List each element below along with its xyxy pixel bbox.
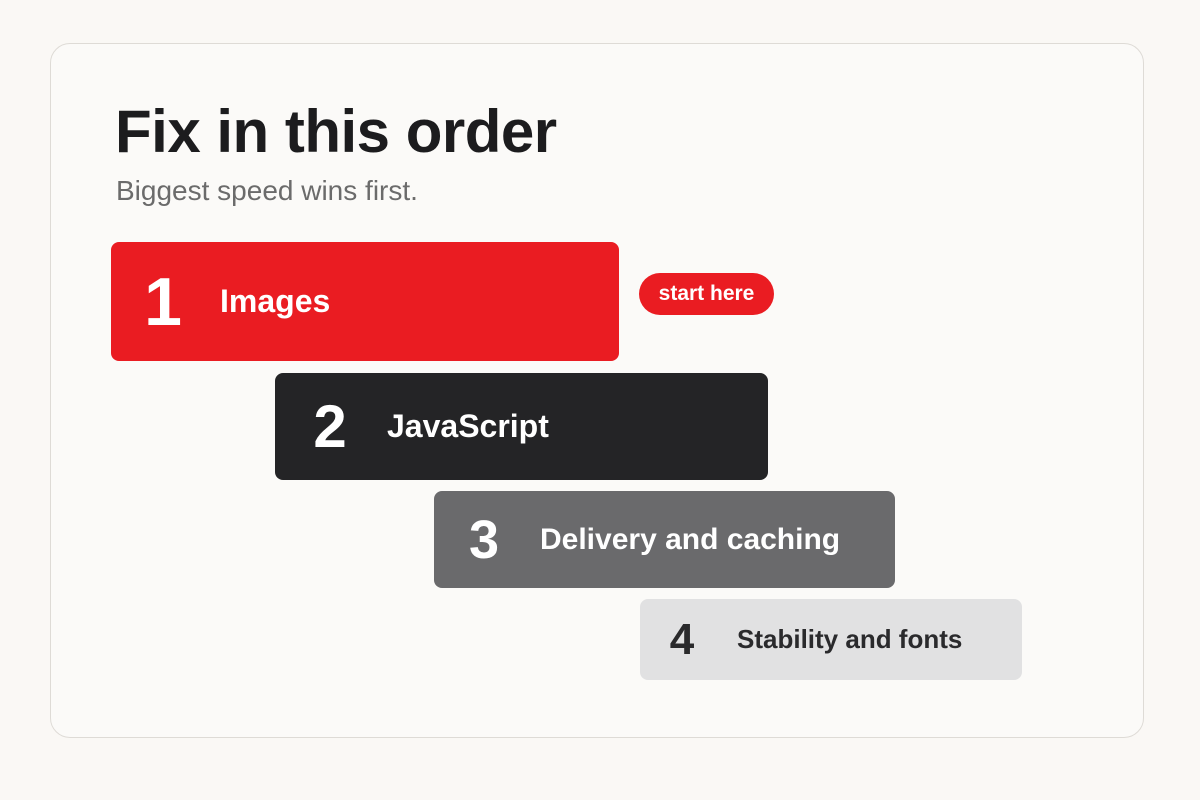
page-title: Fix in this order xyxy=(115,98,557,165)
step-label: Images xyxy=(220,283,331,319)
step-number: 4 xyxy=(669,614,695,664)
page-subtitle: Biggest speed wins first. xyxy=(116,175,418,206)
step-label: JavaScript xyxy=(387,408,549,444)
step-stability-and-fonts: 4 Stability and fonts xyxy=(640,599,1022,680)
step-images: 1 Images xyxy=(111,242,619,361)
step-javascript: 2 JavaScript xyxy=(275,373,768,480)
step-number: 2 xyxy=(313,393,347,460)
step-label: Stability and fonts xyxy=(737,624,963,654)
step-delivery-and-caching: 3 Delivery and caching xyxy=(434,491,895,588)
step-label: Delivery and caching xyxy=(540,522,841,556)
step-number: 1 xyxy=(144,263,182,340)
step-number: 3 xyxy=(468,509,500,570)
start-here-badge: start here xyxy=(639,273,774,315)
